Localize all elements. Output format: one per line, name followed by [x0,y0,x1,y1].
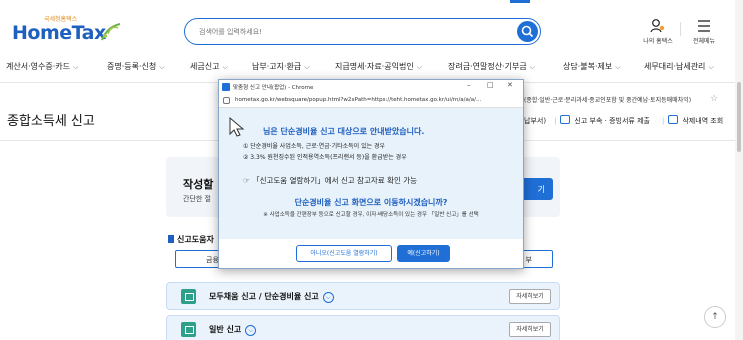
deletion-history-link[interactable]: 삭제내역 조회 [668,115,727,125]
nav-item-statements[interactable]: 지급명세·자료·공익법인 ⌵ [335,61,422,72]
attachment-link[interactable]: 신고 부속 · 증빙서류 제출 [560,115,654,125]
popup-condition-2: ② 3.3% 원천징수된 인적용역소득(프리랜서 등)을 환급받는 경우 [243,154,407,161]
form-icon [181,289,196,304]
filing-option-row[interactable]: 일반 신고 ⌵ 자세히보기 [166,315,560,340]
details-button[interactable]: 자세히보기 [509,322,551,337]
no-view-help-button[interactable]: 아니오(신고도움 열람하기) [296,245,392,262]
filing-option-row[interactable]: 모두채움 신고 / 단순경비율 신고 ⌵ 자세히보기 [166,282,560,310]
nav-item-tax-agent[interactable]: 세무대리·납세관리 ⌵ [644,61,714,72]
nav-label: 지급명세·자료·공익법인 [335,62,414,71]
search-bar [184,18,541,45]
filing-card-title: 작성할 [183,178,214,191]
chevron-down-icon: ⌵ [72,63,79,71]
scroll-to-top-button[interactable]: ↑ [704,306,726,328]
hamburger-icon [698,20,710,32]
tab-right[interactable]: 부 [526,255,532,265]
chevron-down-icon: ⌵ [159,63,165,71]
nav-label: 증명·등록·신청 [107,62,157,71]
filing-card-subtitle: 간단한 절 [183,195,211,203]
user-icon [650,19,665,33]
nav-item-consultation[interactable]: 상담·불복·제보 ⌵ [563,61,621,72]
popup-address-bar[interactable]: hometax.go.kr/websquare/popup.html?w2xPa… [219,94,523,108]
nav-label: 납부·고지·환급 [252,62,302,71]
tab-finance[interactable]: 금융 [206,255,219,265]
star-icon[interactable]: ☆ [710,94,718,104]
help-heading-label: 신고도움자 [177,235,214,244]
filing-option-title: 일반 신고 ⌵ [209,324,257,336]
nav-item-certificates[interactable]: 증명·등록·신청 ⌵ [107,61,165,72]
form-icon [181,322,196,337]
deletion-history-label: 삭제내역 조회 [682,117,724,125]
search-input[interactable] [199,25,499,39]
arrow-up-icon: ↑ [711,312,719,322]
link-separator: | [554,117,557,125]
my-hometax-button[interactable]: 나의 홈택스 [638,16,678,46]
close-icon[interactable]: ✕ [507,81,513,89]
logo-wordmark: HomeTax [12,22,106,44]
site-info-icon[interactable] [223,97,230,104]
maximize-icon[interactable]: □ [487,81,494,89]
trash-icon [668,115,679,124]
all-menu-button[interactable]: 전체메뉴 [682,16,726,46]
popup-question: 단순경비율 신고 화면으로 이동하시겠습니까? [294,198,448,207]
chevron-down-icon: ⌵ [708,63,714,71]
header-divider [680,22,681,36]
partial-link[interactable]: 납부서) [524,117,546,125]
main-nav: 계산서·영수증·카드 ⌵ 증명·등록·신청 ⌵ 세금신고 ⌵ 납부·고지·환급 ⌵ 지급… [0,56,743,80]
popup-url: hometax.go.kr/websquare/popup.html?w2xPa… [235,97,482,103]
leaf-icon [101,23,121,41]
filing-option-label: 모두채움 신고 / 단순경비율 신고 [209,292,319,301]
minimize-icon[interactable]: – [467,81,471,89]
yes-file-button[interactable]: 예(신고하기) [397,245,450,262]
guidance-popup-window: 맞춤형 신고 안내(팝업) - Chrome – □ ✕ hometax.go.… [218,79,524,269]
nav-label: 세금신고 [190,62,220,71]
popup-body: 님은 단순경비율 신고 대상으로 안내받았습니다. ① 단순경비율 사업소득, … [219,108,523,239]
filing-option-title: 모두채움 신고 / 단순경비율 신고 ⌵ [209,291,334,303]
nav-label: 장려금·연말정산·기부금 [448,62,527,71]
popup-footer: 아니오(신고도움 열람하기) 예(신고하기) [219,239,523,268]
nav-item-incentives[interactable]: 장려금·연말정산·기부금 ⌵ [448,61,535,72]
popup-titlebar[interactable]: 맞춤형 신고 안내(팝업) - Chrome – □ ✕ [219,80,523,94]
chevron-down-icon: ⌵ [416,63,422,71]
favicon-icon [222,83,230,91]
search-icon [521,25,534,38]
page-links: 납부서) | 신고 부속 · 증빙서류 제출 | 삭제내역 조회 [524,115,731,126]
popup-footnote: ※ 사업소득을 간편장부 등으로 신고할 경우, 이자·배당소득이 있는 경우 … [263,212,479,218]
attachment-link-label: 신고 부속 · 증빙서류 제출 [574,117,650,125]
search-button[interactable] [517,21,538,42]
chevron-down-icon: ⌵ [222,63,228,71]
page: 국세청홈택스 HomeTax 나의 홈택스 전체메 [0,0,743,340]
help-heading: 신고도움자 [168,234,214,245]
scrollbar-track[interactable] [735,0,743,340]
nav-label: 상담·불복·제보 [563,62,613,71]
details-button[interactable]: 자세히보기 [509,289,551,304]
popup-lead-text: 님은 단순경비율 신고 대상으로 안내받았습니다. [263,127,425,136]
filing-option-label: 일반 신고 [209,325,242,334]
all-menu-label: 전체메뉴 [692,38,716,45]
chevron-down-icon[interactable]: ⌵ [322,292,334,303]
chevron-down-icon[interactable]: ⌵ [245,325,257,336]
bookmark-icon [168,235,174,243]
nav-label: 계산서·영수증·카드 [6,62,70,71]
my-hometax-label: 나의 홈택스 [643,38,673,45]
popup-note: ☞ 「신고도움 열람하기」에서 신고 참고자료 확인 가능 [243,176,418,185]
nav-item-tax-filing[interactable]: 세금신고 ⌵ [190,61,228,72]
scrollbar-thumb[interactable] [737,82,741,152]
chevron-down-icon: ⌵ [304,63,310,71]
page-title: 종합소득세 신고 [7,114,95,129]
filing-scope-note: (종합·일반·근로·분리과세·종교인포함 및 중간예납·토지등매매차익) [524,97,692,104]
nav-item-payment[interactable]: 납부·고지·환급 ⌵ [252,61,310,72]
nav-item-invoices[interactable]: 계산서·영수증·카드 ⌵ [6,61,78,72]
hometax-logo[interactable]: 국세청홈택스 HomeTax [12,14,122,46]
top-accent-bar [510,0,530,3]
chevron-down-icon: ⌵ [615,63,621,71]
popup-title: 맞춤형 신고 안내(팝업) - Chrome [233,85,314,91]
document-icon [560,115,571,124]
nav-label: 세무대리·납세관리 [644,62,706,71]
chevron-down-icon: ⌵ [529,63,535,71]
popup-condition-1: ① 단순경비율 사업소득, 근로·연금·기타소득이 있는 경우 [243,143,386,150]
link-separator: | [661,117,665,125]
mouse-cursor-icon [229,117,245,137]
